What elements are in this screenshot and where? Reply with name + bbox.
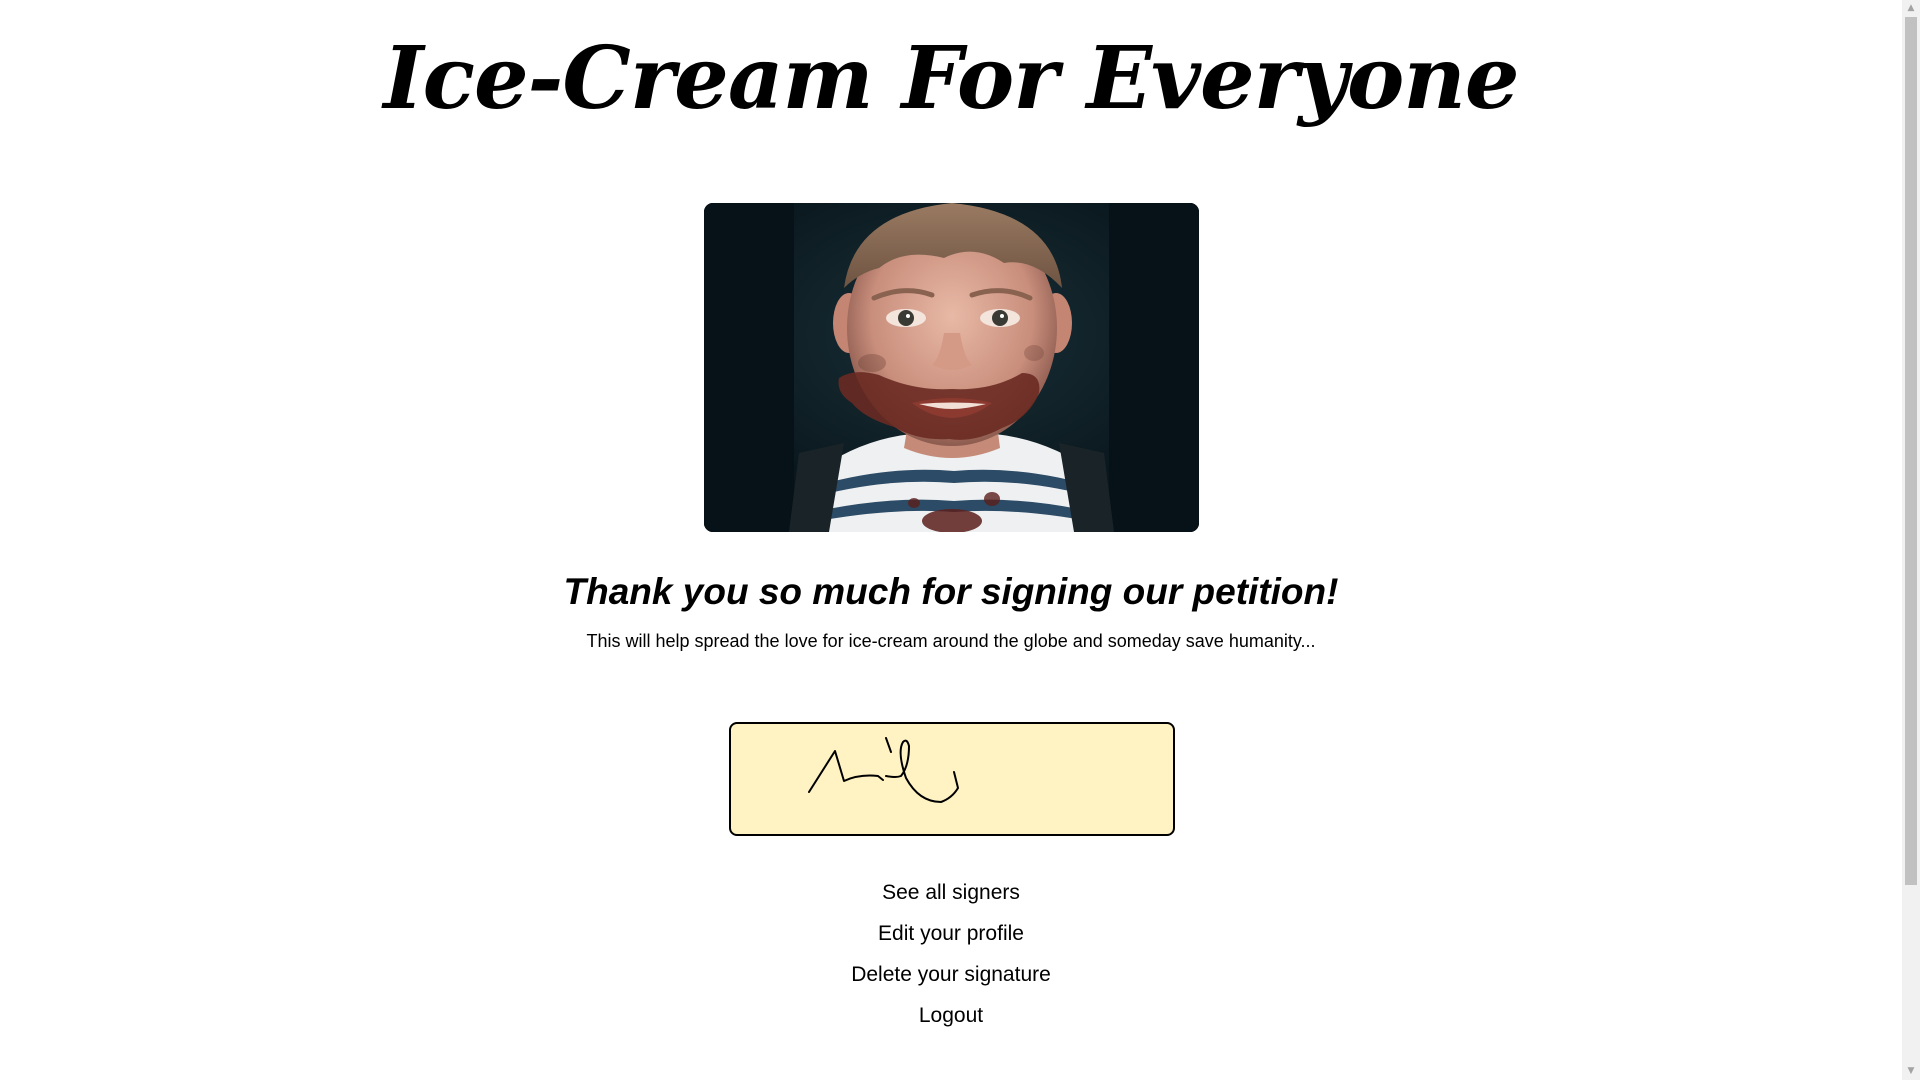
page: Ice-Cream For Everyone Thank you so much… [0, 0, 1920, 1080]
scroll-up-icon[interactable]: ▲ [1902, 0, 1920, 17]
thank-you-heading: Thank you so much for signing our petiti… [563, 571, 1339, 612]
signature-canvas [729, 722, 1175, 836]
edit-profile-label: Edit your profile [878, 922, 1024, 945]
logout-label: Logout [918, 1004, 984, 1027]
see-all-signers-link[interactable]: See all signers [0, 872, 1902, 913]
edit-profile-link[interactable]: Edit your profile [0, 913, 1902, 954]
scroll-down-icon[interactable]: ▼ [1902, 1063, 1920, 1080]
action-links: See all signers Edit your profile Delete… [0, 872, 1902, 1036]
delete-signature-label: Delete your signature [851, 963, 1051, 986]
content: Ice-Cream For Everyone Thank you so much… [0, 0, 1902, 1080]
petition-subtext: This will help spread the love for ice-c… [586, 631, 1316, 651]
logout-link[interactable]: Logout [0, 995, 1902, 1036]
hero-photo-child-with-chocolate-ice-cream [704, 203, 1199, 532]
page-title: Ice-Cream For Everyone [383, 28, 1519, 129]
delete-signature-link[interactable]: Delete your signature [0, 954, 1902, 995]
scroll-thumb[interactable] [1905, 17, 1917, 885]
vertical-scrollbar[interactable]: ▲ ▼ [1902, 0, 1920, 1080]
signature-stroke [808, 737, 959, 803]
see-all-signers-label: See all signers [882, 881, 1020, 904]
